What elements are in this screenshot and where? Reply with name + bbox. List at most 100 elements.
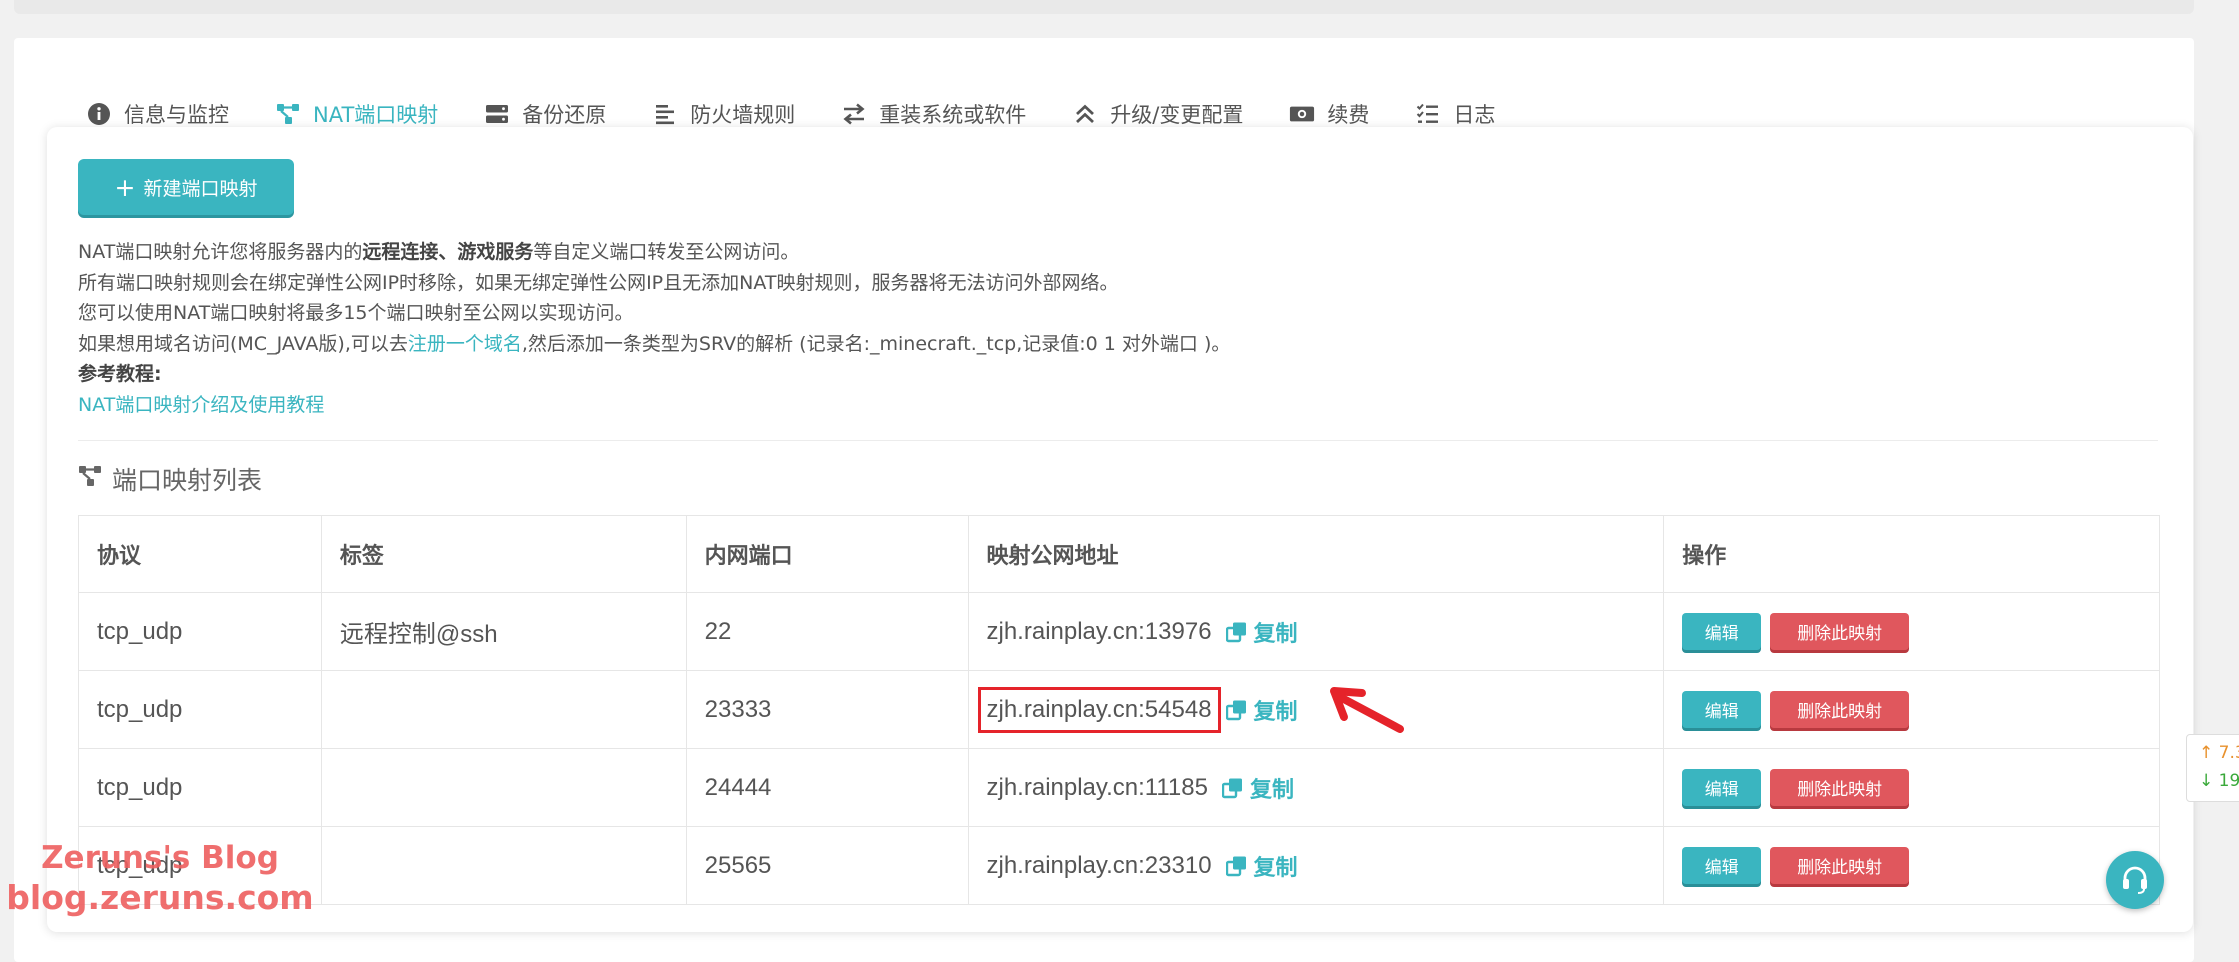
upload-speed: ↑ 7.3 [2199,743,2239,763]
nat-card: + 新建端口映射 NAT端口映射允许您将服务器内的远程连接、游戏服务等自定义端口… [47,127,2193,932]
copy-button[interactable]: 复制 [1225,850,1298,882]
watermark-line-1: Zeruns's Blog [41,840,279,876]
money-icon [1289,101,1315,127]
network-speed-widget: ↑ 7.3 ↓ 19 [2186,734,2239,802]
tab-label: 续费 [1327,103,1370,127]
tag-cell [320,748,687,827]
copy-label: 复制 [1253,621,1298,647]
list-title-label: 端口映射列表 [112,466,263,495]
tag-cell [320,670,687,749]
reference-label-line: 参考教程: [78,359,2138,390]
headset-icon [2123,866,2147,894]
edit-button[interactable]: 编辑 [1682,691,1762,728]
address-cell: zjh.rainplay.cn:54548 复制 [967,670,1665,749]
top-strip [14,0,2194,14]
double-chevron-up-icon [1072,101,1098,127]
align-left-icon [652,101,678,127]
actions: 编辑 删除此映射 [1682,847,2141,884]
actions: 编辑 删除此映射 [1682,691,2141,728]
copy-icon [1225,856,1246,876]
tab-label: 备份还原 [522,103,607,127]
intro-text-segment: 等自定义端口转发至公网访问。 [533,241,800,263]
copy-button[interactable]: 复制 [1225,694,1298,726]
address-wrap: zjh.rainplay.cn:13976 复制 [987,616,1298,648]
table-row: tcp_udp 24444 zjh.rainplay.cn:11185 复制 编… [78,748,2160,827]
address-wrap: zjh.rainplay.cn:23310 复制 [987,850,1298,882]
public-address: zjh.rainplay.cn:13976 [986,617,1212,645]
port-cell: 22 [685,592,969,671]
intro-line-3: 您可以使用NAT端口映射将最多15个端口映射至公网以实现访问。 [78,302,634,324]
info-icon [86,101,112,127]
tag-cell: 远程控制@ssh [320,592,687,671]
intro-line-4: 如果想用域名访问(MC_JAVA版),可以去注册一个域名,然后添加一条类型为SR… [78,329,2138,360]
delete-mapping-button[interactable]: 删除此映射 [1770,691,1910,728]
protocol-cell: tcp_udp [78,748,322,827]
download-speed: ↓ 19 [2199,771,2239,791]
edit-button[interactable]: 编辑 [1682,847,1762,884]
list-check-icon [1415,101,1441,127]
red-arrow-annotation [1330,687,1404,733]
address-cell: zjh.rainplay.cn:11185 复制 [967,748,1665,827]
divider [78,440,2158,441]
copy-label: 复制 [1253,699,1298,725]
table-row: tcp_udp 25565 zjh.rainplay.cn:23310 复制 编… [78,826,2160,905]
copy-icon [1221,778,1242,798]
header-actions: 操作 [1663,515,2160,593]
port-cell: 24444 [685,748,969,827]
copy-label: 复制 [1253,855,1298,881]
protocol-cell: tcp_udp [78,670,322,749]
address-wrap: zjh.rainplay.cn:54548 复制 [977,686,1298,733]
header-public-address: 映射公网地址 [967,515,1665,593]
port-cell: 25565 [685,826,969,905]
port-cell: 23333 [685,670,969,749]
reference-label: 参考教程: [78,363,162,385]
public-address: zjh.rainplay.cn:23310 [986,851,1212,879]
intro-bold-text: 远程连接、游戏服务 [362,241,534,263]
register-domain-link[interactable]: 注册一个域名 [408,333,522,355]
actions: 编辑 删除此映射 [1682,613,2141,650]
copy-icon [1225,700,1246,720]
tutorial-link[interactable]: NAT端口映射介绍及使用教程 [78,394,324,416]
blog-watermark: Zeruns's Blog blog.zeruns.com [0,838,320,918]
delete-mapping-button[interactable]: 删除此映射 [1770,769,1910,806]
actions-cell: 编辑 删除此映射 [1663,592,2160,671]
actions-cell: 编辑 删除此映射 [1663,670,2160,749]
delete-mapping-button[interactable]: 删除此映射 [1770,847,1910,884]
header-tag: 标签 [320,515,687,593]
public-address: zjh.rainplay.cn:11185 [986,773,1208,801]
new-button-label: 新建端口映射 [143,177,258,200]
intro-text: NAT端口映射允许您将服务器内的远程连接、游戏服务等自定义端口转发至公网访问。 … [78,237,2138,420]
customer-support-button[interactable] [2106,851,2164,909]
tab-label: NAT端口映射 [313,103,439,127]
share-nodes-icon [78,464,102,494]
tab-label: 重装系统或软件 [879,103,1027,127]
copy-button[interactable]: 复制 [1221,772,1294,804]
delete-mapping-button[interactable]: 删除此映射 [1770,613,1910,650]
list-title: 端口映射列表 [78,459,262,499]
table-row: tcp_udp 23333 zjh.rainplay.cn:54548 复制 编… [78,670,2160,749]
edit-button[interactable]: 编辑 [1682,769,1762,806]
address-cell: zjh.rainplay.cn:23310 复制 [967,826,1665,905]
watermark-line-2: blog.zeruns.com [6,878,314,917]
public-address-highlighted: zjh.rainplay.cn:54548 [977,686,1221,733]
tab-label: 防火墙规则 [690,103,796,127]
address-wrap: zjh.rainplay.cn:11185 复制 [987,772,1295,804]
copy-label: 复制 [1249,777,1294,803]
tab-label: 信息与监控 [124,103,229,127]
table-row: tcp_udp 远程控制@ssh 22 zjh.rainplay.cn:1397… [78,592,2160,671]
intro-line-2: 所有端口映射规则会在绑定弹性公网IP时移除，如果无绑定弹性公网IP且无添加NAT… [78,271,1119,294]
copy-button[interactable]: 复制 [1225,616,1298,648]
actions-cell: 编辑 删除此映射 [1663,826,2160,905]
protocol-cell: tcp_udp [78,592,322,671]
tag-cell [320,826,687,905]
copy-icon [1225,622,1246,642]
address-cell: zjh.rainplay.cn:13976 复制 [967,592,1665,671]
intro-text-segment: NAT端口映射允许您将服务器内的 [78,241,363,263]
intro-line-1: NAT端口映射允许您将服务器内的远程连接、游戏服务等自定义端口转发至公网访问。 [78,237,2138,268]
table-header-row: 协议 标签 内网端口 映射公网地址 操作 [78,515,2160,593]
edit-button[interactable]: 编辑 [1682,613,1762,650]
actions: 编辑 删除此映射 [1682,769,2141,806]
tab-label: 升级/变更配置 [1110,103,1244,127]
share-nodes-icon [275,101,301,127]
new-port-mapping-button[interactable]: + 新建端口映射 [78,159,294,215]
